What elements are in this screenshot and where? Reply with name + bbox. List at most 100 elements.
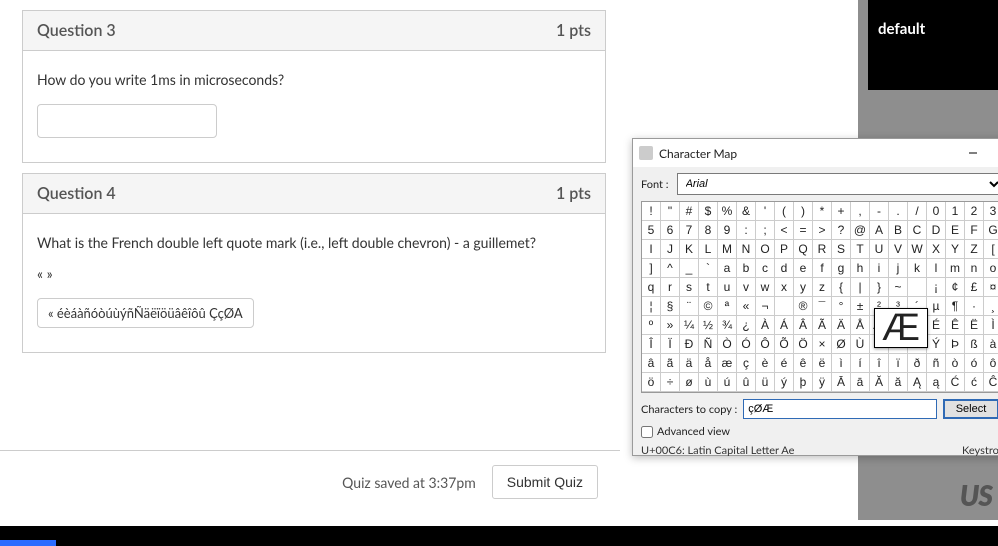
- characters-to-copy-input[interactable]: [743, 399, 937, 419]
- char-cell[interactable]: `: [699, 259, 718, 278]
- char-cell[interactable]: ¢: [946, 278, 965, 297]
- char-cell[interactable]: É: [927, 316, 946, 335]
- char-cell[interactable]: A: [870, 221, 889, 240]
- char-cell[interactable]: å: [699, 354, 718, 373]
- char-cell[interactable]: ì: [832, 354, 851, 373]
- char-cell[interactable]: Á: [775, 316, 794, 335]
- char-cell[interactable]: Õ: [775, 335, 794, 354]
- char-cell[interactable]: G: [984, 221, 998, 240]
- char-cell[interactable]: T: [851, 240, 870, 259]
- char-cell[interactable]: ±: [851, 297, 870, 316]
- char-cell[interactable]: t: [699, 278, 718, 297]
- char-cell[interactable]: [908, 278, 927, 297]
- char-cell[interactable]: ¨: [680, 297, 699, 316]
- char-cell[interactable]: ~: [889, 278, 908, 297]
- char-cell[interactable]: d: [775, 259, 794, 278]
- char-cell[interactable]: Ñ: [699, 335, 718, 354]
- char-cell[interactable]: h: [851, 259, 870, 278]
- char-cell[interactable]: ą: [927, 373, 946, 392]
- char-cell[interactable]: æ: [718, 354, 737, 373]
- char-cell[interactable]: ü: [756, 373, 775, 392]
- char-cell[interactable]: ^: [661, 259, 680, 278]
- char-cell[interactable]: |: [851, 278, 870, 297]
- char-cell[interactable]: ä: [680, 354, 699, 373]
- char-cell[interactable]: ă: [889, 373, 908, 392]
- char-cell[interactable]: Ĉ: [984, 373, 998, 392]
- char-cell[interactable]: >: [813, 221, 832, 240]
- char-cell[interactable]: k: [908, 259, 927, 278]
- char-cell[interactable]: ¾: [718, 316, 737, 335]
- char-cell[interactable]: a: [718, 259, 737, 278]
- char-cell[interactable]: µ: [927, 297, 946, 316]
- char-cell[interactable]: S: [832, 240, 851, 259]
- char-cell[interactable]: i: [870, 259, 889, 278]
- char-cell[interactable]: £: [965, 278, 984, 297]
- char-cell[interactable]: ,: [851, 202, 870, 221]
- char-cell[interactable]: ): [794, 202, 813, 221]
- char-cell[interactable]: x: [775, 278, 794, 297]
- char-cell[interactable]: Q: [794, 240, 813, 259]
- char-cell[interactable]: ð: [908, 354, 927, 373]
- char-cell[interactable]: ¿: [737, 316, 756, 335]
- char-cell[interactable]: v: [737, 278, 756, 297]
- maximize-button[interactable]: [991, 141, 998, 165]
- char-cell[interactable]: B: [889, 221, 908, 240]
- char-cell[interactable]: Ê: [946, 316, 965, 335]
- char-cell[interactable]: z: [813, 278, 832, 297]
- char-cell[interactable]: j: [889, 259, 908, 278]
- char-cell[interactable]: à: [984, 335, 998, 354]
- char-cell[interactable]: 8: [699, 221, 718, 240]
- char-cell[interactable]: 2: [965, 202, 984, 221]
- char-cell[interactable]: ¤: [984, 278, 998, 297]
- char-cell[interactable]: ®: [794, 297, 813, 316]
- select-button[interactable]: Select: [943, 399, 998, 419]
- char-cell[interactable]: s: [680, 278, 699, 297]
- char-cell[interactable]: C: [908, 221, 927, 240]
- char-cell[interactable]: ]: [642, 259, 661, 278]
- char-cell[interactable]: }: [870, 278, 889, 297]
- char-cell[interactable]: Å: [851, 316, 870, 335]
- char-cell[interactable]: Ô: [756, 335, 775, 354]
- char-cell[interactable]: _: [680, 259, 699, 278]
- char-cell[interactable]: ā: [851, 373, 870, 392]
- char-cell[interactable]: Ù: [851, 335, 870, 354]
- char-cell[interactable]: m: [946, 259, 965, 278]
- char-cell[interactable]: ë: [813, 354, 832, 373]
- char-cell[interactable]: P: [775, 240, 794, 259]
- char-cell[interactable]: /: [908, 202, 927, 221]
- char-cell[interactable]: °: [832, 297, 851, 316]
- char-cell[interactable]: y: [794, 278, 813, 297]
- char-cell[interactable]: ·: [965, 297, 984, 316]
- char-cell[interactable]: #: [680, 202, 699, 221]
- minimize-button[interactable]: [955, 141, 991, 165]
- char-cell[interactable]: 7: [680, 221, 699, 240]
- char-cell[interactable]: þ: [794, 373, 813, 392]
- char-cell[interactable]: ÿ: [813, 373, 832, 392]
- char-cell[interactable]: ¡: [927, 278, 946, 297]
- char-cell[interactable]: M: [718, 240, 737, 259]
- char-cell[interactable]: !: [642, 202, 661, 221]
- char-cell[interactable]: @: [851, 221, 870, 240]
- char-cell[interactable]: U: [870, 240, 889, 259]
- char-cell[interactable]: «: [737, 297, 756, 316]
- char-cell[interactable]: F: [965, 221, 984, 240]
- char-cell[interactable]: ¬: [756, 297, 775, 316]
- char-cell[interactable]: Ć: [946, 373, 965, 392]
- char-cell[interactable]: é: [775, 354, 794, 373]
- char-cell[interactable]: Ă: [870, 373, 889, 392]
- char-cell[interactable]: 9: [718, 221, 737, 240]
- advanced-view-checkbox[interactable]: [641, 426, 653, 438]
- char-cell[interactable]: %: [718, 202, 737, 221]
- char-cell[interactable]: î: [870, 354, 889, 373]
- char-cell[interactable]: ': [756, 202, 775, 221]
- char-cell[interactable]: 0: [927, 202, 946, 221]
- char-cell[interactable]: J: [661, 240, 680, 259]
- char-cell[interactable]: Ë: [965, 316, 984, 335]
- char-cell[interactable]: ê: [794, 354, 813, 373]
- char-cell[interactable]: Ó: [737, 335, 756, 354]
- char-cell[interactable]: ©: [699, 297, 718, 316]
- char-cell[interactable]: w: [756, 278, 775, 297]
- char-cell[interactable]: §: [661, 297, 680, 316]
- char-cell[interactable]: ñ: [927, 354, 946, 373]
- char-cell[interactable]: b: [737, 259, 756, 278]
